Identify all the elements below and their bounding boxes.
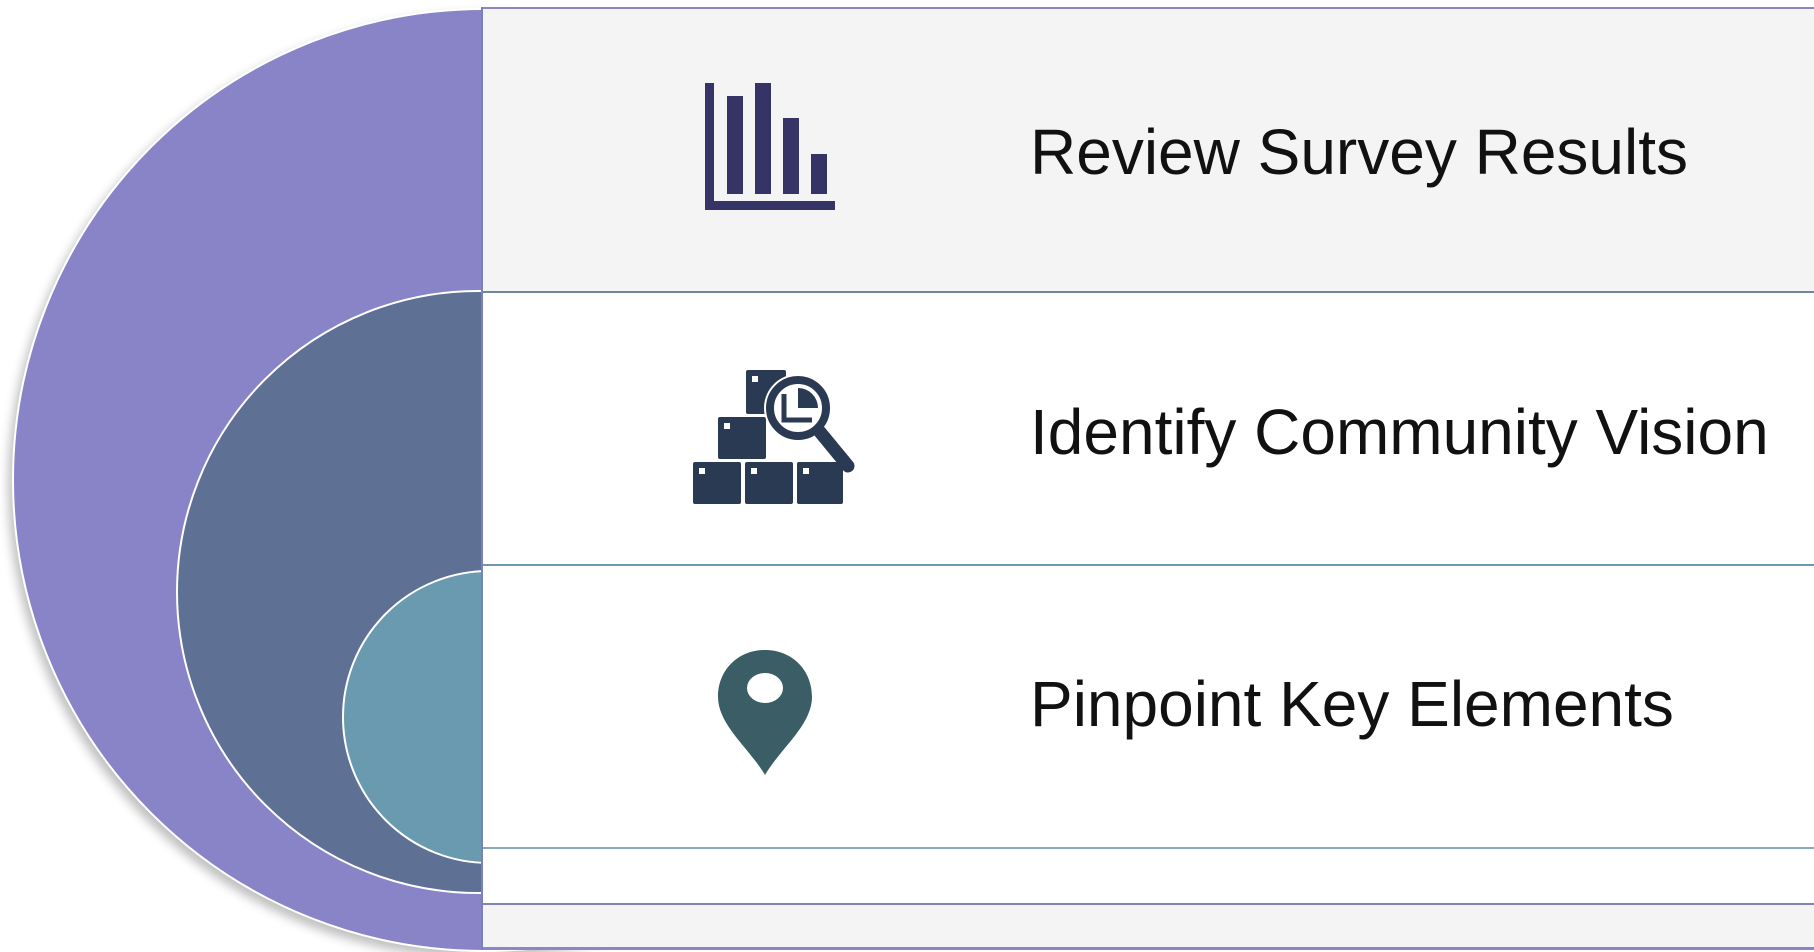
map-pin-icon xyxy=(718,650,812,775)
magnifier-handle xyxy=(813,425,855,473)
chart-bar-2 xyxy=(755,83,771,194)
pin-hole xyxy=(747,673,783,703)
chart-bar-4 xyxy=(811,154,827,194)
chart-axis-y xyxy=(705,83,714,210)
spacer-panel xyxy=(482,849,1814,905)
pin-body xyxy=(718,650,812,775)
chart-axis-x xyxy=(705,201,835,210)
step-label-identify-community-vision: Identify Community Vision xyxy=(1030,396,1769,468)
chart-bar-3 xyxy=(783,118,799,194)
chart-bar-1 xyxy=(727,96,743,194)
step-label-pinpoint-key-elements: Pinpoint Key Elements xyxy=(1030,668,1674,740)
boxes-magnifier-icon xyxy=(693,370,855,504)
panel-left-edge xyxy=(481,7,483,950)
diagram: Review Survey Results Identify Community… xyxy=(0,0,1814,952)
step-label-review-survey-results: Review Survey Results xyxy=(1030,116,1688,188)
bottom-panel xyxy=(482,905,1814,950)
bar-chart-icon xyxy=(705,83,835,210)
